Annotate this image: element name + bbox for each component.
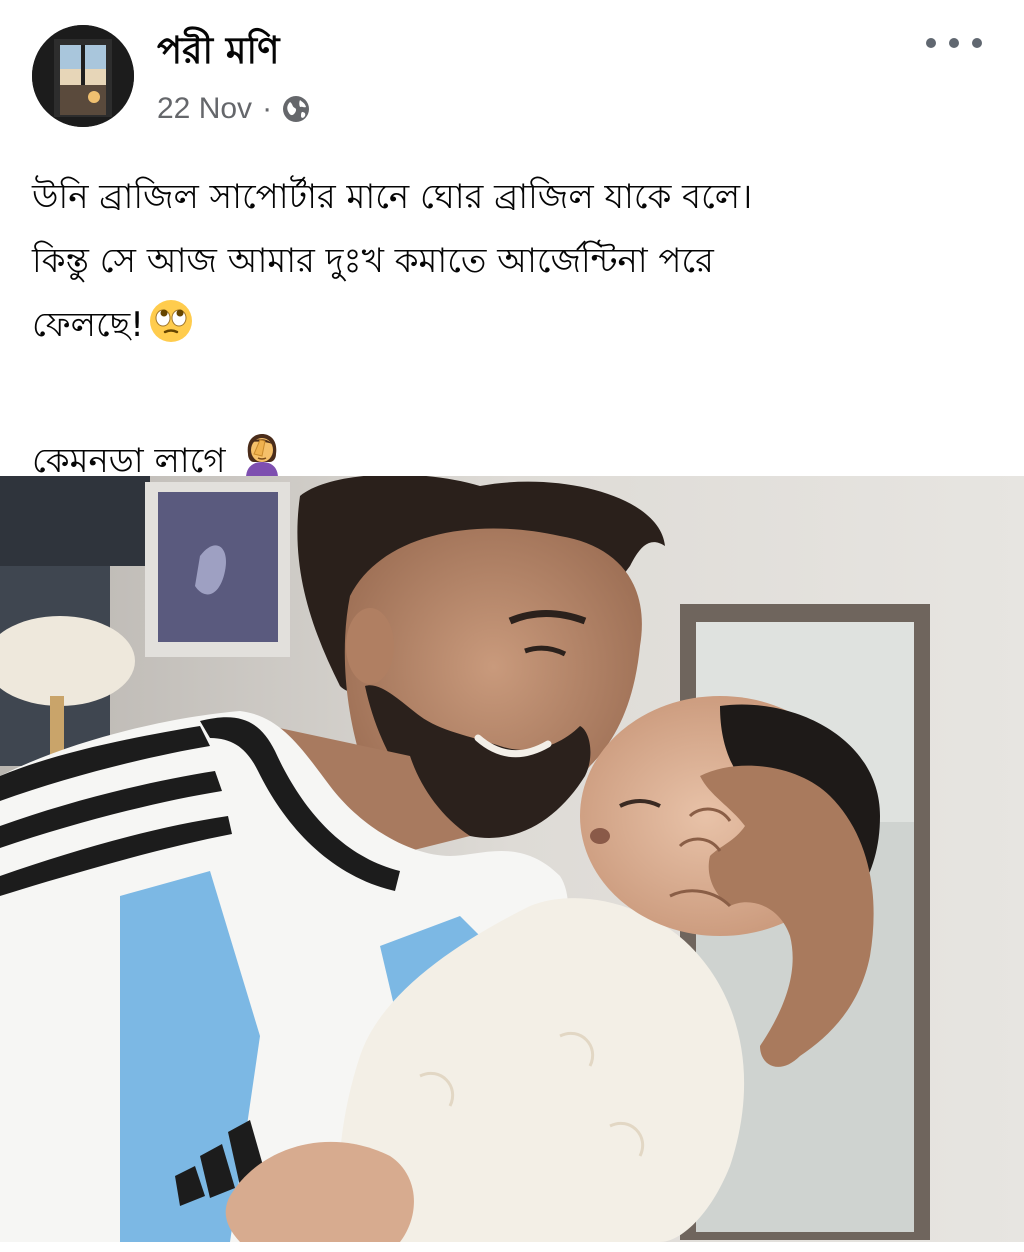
post-meta: 22 Nov · (157, 88, 312, 130)
author-avatar[interactable] (32, 25, 134, 127)
eye-roll-emoji-icon (148, 298, 194, 365)
facebook-post: পরী মণি 22 Nov · উনি ব্রাজিল সাপোর্টার ম… (0, 0, 1024, 1252)
post-text-line: উনি ব্রাজিল সাপোর্টার মানে ঘোর ব্রাজিল য… (32, 177, 753, 217)
post-text-line: ফেলছে!🙄 (32, 293, 992, 365)
post-text: উনি ব্রাজিল সাপোর্টার মানে ঘোর ব্রাজিল য… (32, 165, 992, 501)
more-options-icon[interactable] (926, 28, 982, 58)
post-text-fragment: ফেলছে! (32, 305, 144, 345)
post-text-line: কিন্তু সে আজ আমার দুঃখ কমাতে আর্জেন্টিনা… (32, 241, 714, 281)
author-name[interactable]: পরী মণি (157, 26, 279, 76)
post-text-fragment: কেমনডা লাগে (32, 441, 226, 481)
meta-separator: · (262, 92, 273, 125)
post-date[interactable]: 22 Nov (157, 92, 252, 126)
globe-icon[interactable] (280, 93, 312, 125)
post-photo[interactable] (0, 476, 1024, 1242)
